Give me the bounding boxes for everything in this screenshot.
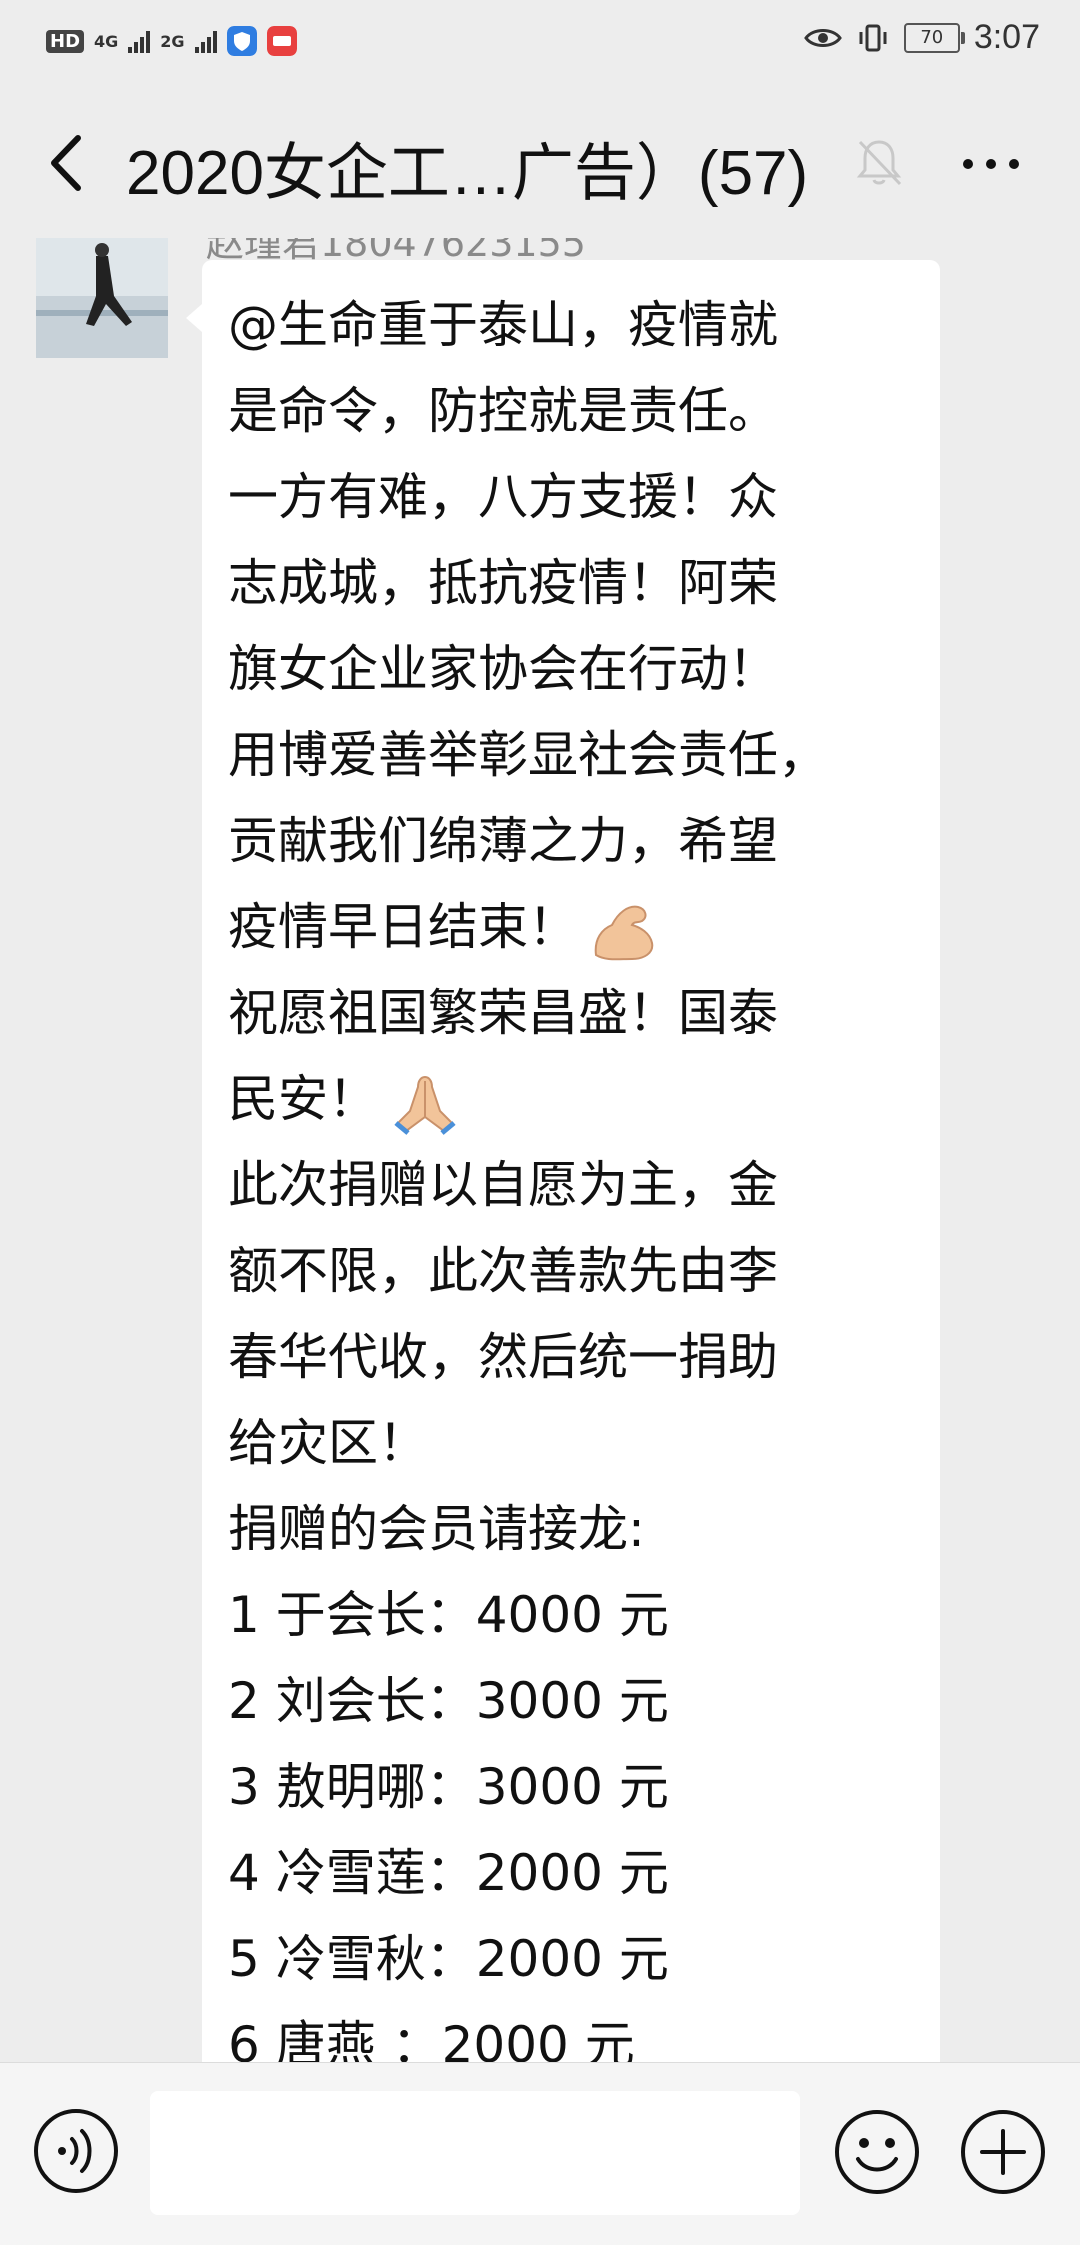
status-right: 70 3:07 (803, 18, 1040, 57)
chat-area[interactable]: 赵瑾君18047623155 @生命重于泰山，疫情就 是命令，防控就是责任。 一… (0, 238, 1080, 2062)
chat-header: 2020女企工…广告）(57) (0, 88, 1080, 238)
donation-row: 4 冷雪莲：2000 元 (228, 1844, 669, 1902)
message-line: 一方有难，八方支援！众 (228, 468, 778, 526)
donation-row: 6 唐燕 ：2000 元 (228, 2016, 635, 2062)
message-line: 祝愿祖国繁荣昌盛！国泰 (228, 984, 778, 1042)
voice-input-icon[interactable] (32, 2107, 120, 2195)
network-2g-label: 2G (160, 31, 185, 51)
vibrate-icon (859, 24, 887, 51)
signal-icon-2 (194, 29, 217, 53)
message-input[interactable] (150, 2091, 800, 2215)
eye-icon (803, 28, 842, 47)
message-line: 旗女企业家协会在行动！ (228, 640, 778, 698)
plus-icon[interactable] (958, 2107, 1048, 2197)
message-line-with-emoji: 疫情早日结束！ (228, 884, 928, 970)
folded-hands-emoji-icon (394, 1075, 456, 1135)
shield-app-icon (226, 26, 257, 56)
message-line: 此次捐赠以自愿为主，金 (228, 1156, 778, 1214)
message-line: @生命重于泰山，疫情就 (228, 296, 778, 354)
message-line: 志成城，抵抗疫情！阿荣 (228, 554, 778, 612)
message-line: 额不限，此次善款先由李 (228, 1242, 778, 1300)
input-bar (0, 2062, 1080, 2245)
message-line: 用博爱善举彰显社会责任， (228, 726, 828, 784)
message-line: 给灾区！ (228, 1414, 428, 1472)
message-line: 春华代收，然后统一捐助 (228, 1328, 778, 1386)
more-options-icon[interactable] (956, 134, 1026, 194)
donation-row: 1 于会长：4000 元 (228, 1586, 669, 1644)
status-bar: HD 4G 2G 70 3:07 (0, 0, 1080, 88)
status-left: HD 4G 2G (46, 26, 297, 56)
message-line: 是命令，防控就是责任。 (228, 382, 778, 440)
network-4g-label: 4G (94, 31, 119, 51)
message-text: @生命重于泰山，疫情就 是命令，防控就是责任。 一方有难，八方支援！众 志成城，… (228, 282, 928, 2062)
donation-row: 5 冷雪秋：2000 元 (228, 1930, 669, 1988)
hd-indicator: HD (46, 29, 85, 53)
donation-row: 2 刘会长：3000 元 (228, 1672, 669, 1730)
avatar-image (36, 238, 168, 358)
toutiao-app-icon (266, 26, 297, 56)
message-line-text: 疫情早日结束！ (228, 898, 578, 956)
message-line: 捐赠的会员请接龙: (228, 1500, 645, 1558)
message-line: 贡献我们绵薄之力，希望 (228, 812, 778, 870)
message-line-text: 民安！ (228, 1070, 378, 1128)
back-arrow-icon[interactable] (38, 128, 98, 198)
emoji-icon[interactable] (832, 2107, 922, 2197)
muted-bell-icon (856, 140, 902, 186)
message-bubble[interactable]: @生命重于泰山，疫情就 是命令，防控就是责任。 一方有难，八方支援！众 志成城，… (186, 260, 940, 2062)
flexed-biceps-emoji-icon (594, 905, 654, 960)
avatar[interactable] (36, 238, 168, 358)
battery-icon: 70 (903, 22, 965, 53)
signal-icon (128, 29, 151, 53)
clock: 3:07 (973, 18, 1040, 56)
donation-row: 3 敖明哪：3000 元 (228, 1758, 669, 1816)
message-line-with-emoji: 民安！ (228, 1056, 928, 1142)
chat-title: 2020女企工…广告）(57) (126, 139, 809, 208)
